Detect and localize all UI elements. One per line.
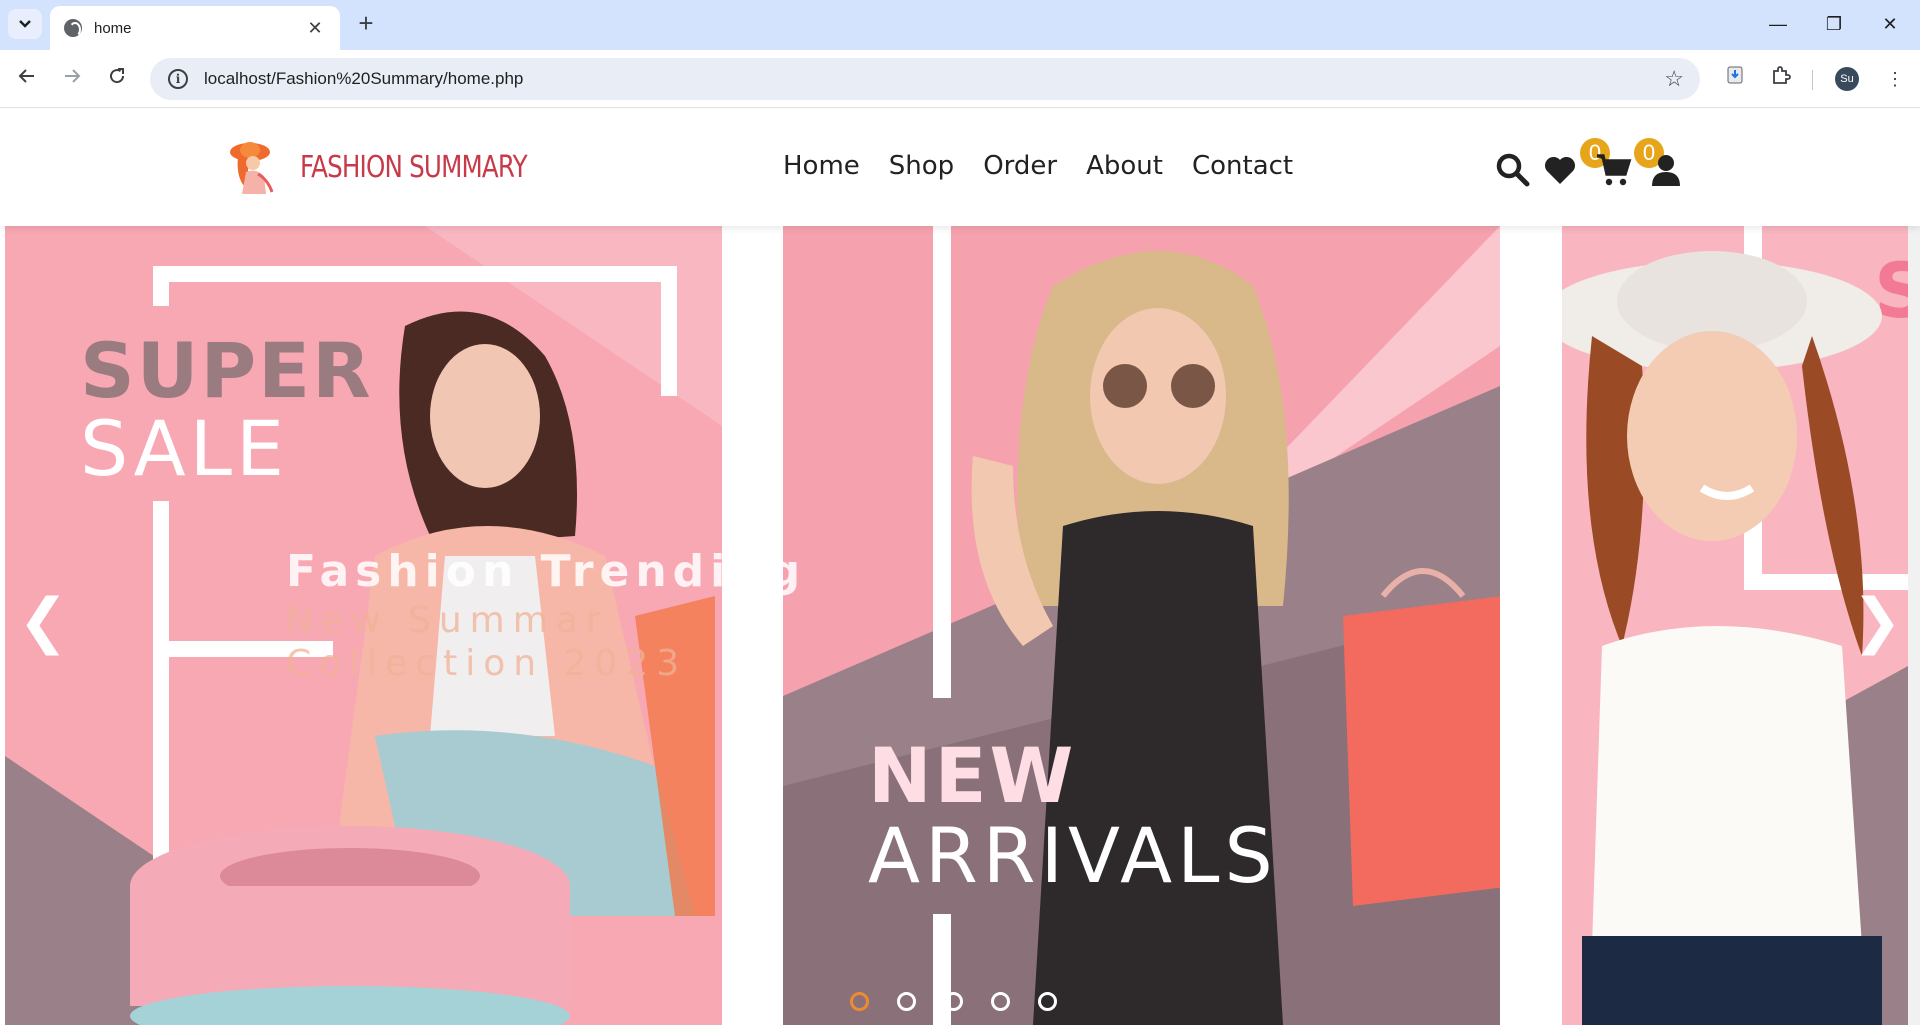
frame-line [153,266,169,306]
slider-pagination [850,992,1057,1011]
browser-toolbar: i localhost/Fashion%20Summary/home.php ☆… [0,50,1920,108]
header-actions: 0 0 [1490,138,1690,198]
hero-slider: SUPER SALE Fashion Trending New Summar C… [0,226,1908,1025]
slider-next-arrow[interactable]: ❯ [1852,586,1902,656]
fashion-trending-title: Fashion Trending [286,546,807,597]
arrow-left-icon [18,69,34,83]
arrow-right-icon [65,69,81,83]
red-shopping-bag [1343,568,1500,906]
nav-order[interactable]: Order [983,151,1057,181]
toolbar-divider [1812,70,1813,90]
slider-dot-5[interactable] [1038,992,1057,1011]
new-tab-button[interactable]: + [352,10,380,38]
cart-icon[interactable] [1596,152,1632,188]
slider-prev-arrow[interactable]: ❮ [18,586,68,656]
page-scrollbar[interactable] [1908,160,1920,1025]
bookmark-star-icon[interactable]: ☆ [1664,66,1684,92]
reload-icon [110,68,125,84]
fashion-trending-subtitle: New Summar Collection 2023 [286,599,687,685]
main-nav: Home Shop Order About Contact [783,151,1293,181]
sale-super-text: SUPER [80,326,373,415]
user-icon[interactable] [1648,152,1684,188]
search-icon[interactable] [1495,152,1531,188]
reload-button[interactable] [102,64,132,94]
extension-button[interactable] [1720,64,1750,94]
slide-new-arrivals[interactable]: NEW ARRIVALS [783,226,1500,1025]
sale-sale-text: SALE [80,404,289,493]
subtitle-line-1: New Summar [286,600,609,641]
globe-icon [64,19,82,37]
close-window-button[interactable]: ✕ [1870,10,1910,38]
tab-title: home [94,19,132,37]
profile-avatar[interactable]: Su [1835,67,1859,91]
address-bar[interactable]: i localhost/Fashion%20Summary/home.php ☆ [150,58,1700,100]
back-button[interactable] [12,64,42,94]
chevron-down-icon [19,20,31,28]
tab-close-icon[interactable]: ✕ [304,18,326,39]
subtitle-line-2: Collection 2023 [286,643,688,684]
pink-tyres-prop [130,826,570,1025]
nav-shop[interactable]: Shop [889,151,954,181]
site-info-icon[interactable]: i [168,69,188,89]
tab-search-button[interactable] [8,9,42,39]
forward-button[interactable] [57,64,87,94]
logo-woman-hat-icon [228,136,286,198]
url-text[interactable]: localhost/Fashion%20Summary/home.php [204,69,1664,89]
chrome-menu-button[interactable]: ⋮ [1880,64,1910,94]
slider-dot-4[interactable] [991,992,1010,1011]
browser-tab-bar: home ✕ + — ❐ ✕ [0,0,1920,50]
minimize-button[interactable]: — [1758,10,1798,38]
slider-dot-1[interactable] [850,992,869,1011]
puzzle-icon [1773,66,1791,84]
nav-contact[interactable]: Contact [1192,151,1293,181]
new-text: NEW [868,731,1077,820]
nav-about[interactable]: About [1086,151,1163,181]
frame-line [153,266,677,282]
arrivals-text: ARRIVALS [868,811,1278,900]
slider-dot-2[interactable] [897,992,916,1011]
frame-line [153,501,169,881]
slider-dot-3[interactable] [944,992,963,1011]
extension-download-icon [1727,66,1743,84]
site-logo[interactable]: FASHION SUMMARY [228,132,543,202]
wishlist-heart-icon[interactable] [1542,152,1578,188]
browser-tab-active[interactable]: home ✕ [50,6,340,50]
logo-text: FASHION SUMMARY [300,149,528,185]
extensions-button[interactable] [1766,64,1796,94]
restore-button[interactable]: ❐ [1814,10,1854,38]
site-header: FASHION SUMMARY Home Shop Order About Co… [0,108,1920,226]
nav-home[interactable]: Home [783,151,860,181]
